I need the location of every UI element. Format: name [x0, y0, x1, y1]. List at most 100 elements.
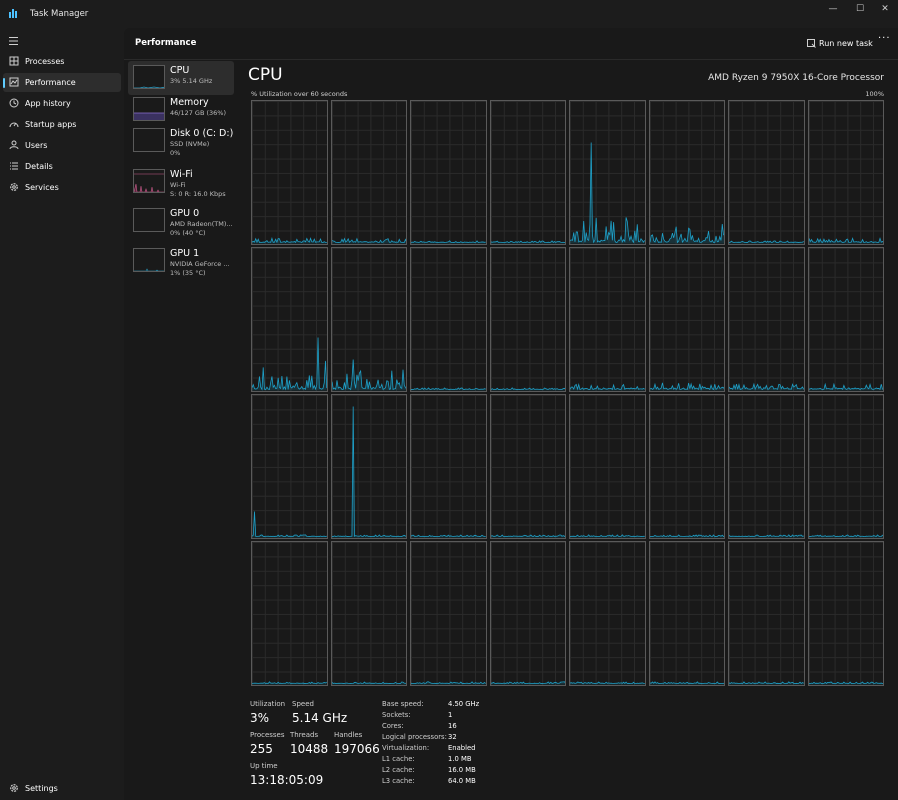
- device-card-wifi[interactable]: Wi-Fi Wi-Fi S: 0 R: 16.0 Kbps: [128, 165, 234, 199]
- window-title: Task Manager: [30, 9, 89, 19]
- handles-label: Handles: [334, 731, 363, 739]
- nav-item-label: Startup apps: [25, 120, 77, 129]
- device-card-gpu-0[interactable]: GPU 0 AMD Radeon(TM)... 0% (40 °C): [128, 204, 234, 238]
- cpu-core-graph: [648, 100, 726, 245]
- device-card-cpu[interactable]: CPU 3% 5.14 GHz: [128, 61, 234, 95]
- detail-label: L3 cache:: [382, 777, 415, 785]
- more-options-button[interactable]: ···: [878, 33, 891, 44]
- run-task-icon: [807, 39, 816, 48]
- detail-value: 64.0 MB: [448, 777, 476, 785]
- processes-grid-icon: [9, 56, 19, 66]
- maximize-button[interactable]: ☐: [847, 2, 873, 16]
- detail-value: 1.0 MB: [448, 755, 472, 763]
- nav-item-settings[interactable]: Settings: [3, 779, 121, 798]
- device-card-memory[interactable]: Memory 46/127 GB (36%): [128, 93, 234, 127]
- device-stat: 0% (40 °C): [170, 229, 206, 237]
- active-indicator: [3, 78, 5, 88]
- disk-mini-graph: [133, 128, 165, 152]
- cpu-stats-panel: Utilization 3% Speed 5.14 GHz Processes …: [250, 700, 890, 790]
- device-stat: S: 0 R: 16.0 Kbps: [170, 190, 226, 198]
- speed-label: Speed: [292, 700, 314, 708]
- device-card-disk-0[interactable]: Disk 0 (C: D:) SSD (NVMe) 0%: [128, 124, 234, 158]
- cpu-core-graph: [728, 247, 805, 392]
- services-gear-icon: [10, 183, 18, 191]
- detail-label: Cores:: [382, 722, 404, 730]
- device-card-gpu-1[interactable]: GPU 1 NVIDIA GeForce ... 1% (35 °C): [128, 244, 234, 278]
- task-manager-app-icon: [9, 9, 17, 18]
- detail-label: Base speed:: [382, 700, 424, 708]
- cpu-core-graph: [489, 394, 567, 539]
- graph-caption: % Utilization over 60 seconds: [251, 90, 348, 98]
- device-name: Wi-Fi: [170, 169, 193, 180]
- cpu-core-graph: [489, 247, 567, 392]
- detail-value: Enabled: [448, 744, 476, 752]
- nav-item-label: App history: [25, 99, 71, 108]
- device-name: Disk 0 (C: D:): [170, 128, 234, 139]
- nav-item-label: Details: [25, 162, 53, 171]
- nav-item-users[interactable]: Users: [3, 136, 121, 155]
- hamburger-menu-icon[interactable]: [8, 36, 20, 46]
- cpu-core-graph: [728, 100, 805, 245]
- detail-value: 16.0 MB: [448, 766, 476, 774]
- cpu-core-graph: [251, 541, 328, 686]
- cpu-model-name: AMD Ryzen 9 7950X 16-Core Processor: [708, 73, 884, 83]
- cpu-core-graph: [569, 541, 646, 686]
- device-stat: 46/127 GB (36%): [170, 109, 227, 117]
- cpu-core-graph: [569, 100, 646, 245]
- cpu-core-graph: [807, 541, 885, 686]
- device-stat: Wi-Fi: [170, 181, 186, 189]
- cpu-core-graph: [569, 394, 646, 539]
- cpu-core-graph: [489, 100, 567, 245]
- cpu-core-graph: [807, 394, 885, 539]
- detail-label: L2 cache:: [382, 766, 415, 774]
- cpu-heading: CPU: [248, 65, 283, 85]
- nav-item-performance[interactable]: Performance: [3, 73, 121, 92]
- run-new-task-label: Run new task: [819, 39, 873, 48]
- threads-label: Threads: [290, 731, 319, 739]
- cpu-core-graph: [410, 394, 487, 539]
- utilization-value: 3%: [250, 711, 270, 725]
- cpu-core-graph: [330, 394, 408, 539]
- cpu-core-graph: [330, 247, 408, 392]
- nav-item-details[interactable]: Details: [3, 157, 121, 176]
- title-bar: Task Manager — ☐ ✕: [0, 0, 898, 28]
- nav-item-label: Services: [25, 183, 59, 192]
- device-stat: SSD (NVMe): [170, 140, 210, 148]
- detail-label: Sockets:: [382, 711, 411, 719]
- details-list-icon: [10, 162, 18, 170]
- device-name: GPU 0: [170, 208, 200, 219]
- close-button[interactable]: ✕: [872, 2, 898, 16]
- nav-item-label: Processes: [25, 57, 65, 66]
- uptime-label: Up time: [250, 762, 278, 770]
- processes-value: 255: [250, 742, 273, 756]
- cpu-core-graph: [648, 394, 726, 539]
- nav-item-services[interactable]: Services: [3, 178, 121, 197]
- detail-label: Logical processors:: [382, 733, 447, 741]
- speed-value: 5.14 GHz: [292, 711, 348, 725]
- nav-item-startup-apps[interactable]: Startup apps: [3, 115, 121, 134]
- detail-value: 32: [448, 733, 457, 741]
- cpu-core-graph: [648, 541, 726, 686]
- nav-pane: Processes Performance App history Startu…: [0, 28, 124, 800]
- wifi-mini-graph: [133, 169, 165, 193]
- minimize-button[interactable]: —: [820, 2, 846, 16]
- handles-value: 197066: [334, 742, 380, 756]
- memory-mini-graph: [133, 97, 165, 121]
- nav-item-app-history[interactable]: App history: [3, 94, 121, 113]
- cpu-core-graph: [330, 100, 408, 245]
- device-name: CPU: [170, 65, 190, 76]
- device-stat: 3% 5.14 GHz: [170, 77, 213, 85]
- cpu-core-graph: [728, 394, 805, 539]
- nav-item-label: Settings: [25, 784, 58, 793]
- nav-item-label: Users: [25, 141, 48, 150]
- device-stat: AMD Radeon(TM)...: [170, 220, 233, 228]
- cpu-core-graph: [489, 541, 567, 686]
- detail-value: 16: [448, 722, 457, 730]
- nav-item-processes[interactable]: Processes: [3, 52, 121, 71]
- cpu-core-graph: [251, 247, 328, 392]
- cpu-core-graph-grid: [251, 100, 885, 686]
- header-divider: [124, 59, 898, 60]
- threads-value: 10488: [290, 742, 329, 756]
- detail-value: 4.50 GHz: [448, 700, 480, 708]
- settings-gear-icon: [10, 784, 18, 792]
